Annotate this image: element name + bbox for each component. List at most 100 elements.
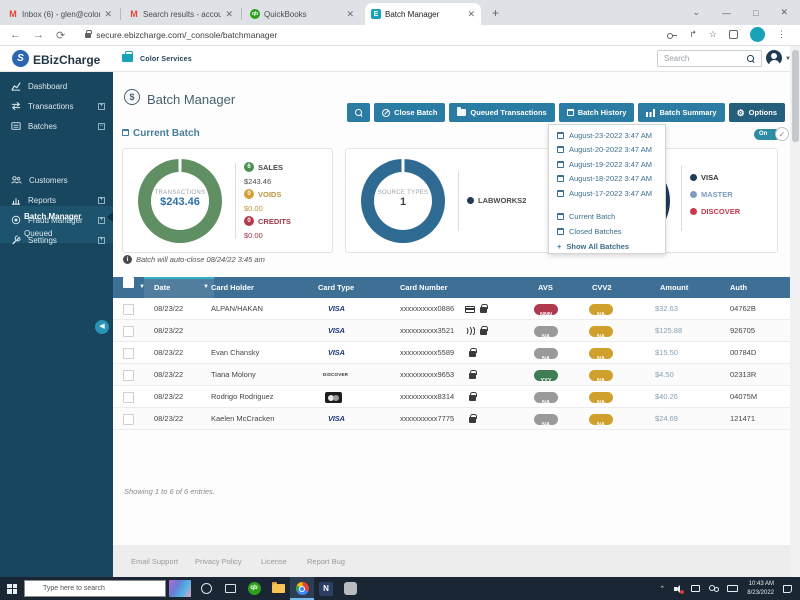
hidden-icons-chevron[interactable]: ⌃ — [659, 585, 665, 593]
sidebar-item-reports[interactable]: Reports + — [0, 190, 113, 210]
tab-close-icon[interactable]: ✕ — [346, 9, 354, 20]
expand-icon[interactable]: + — [98, 103, 105, 110]
tab-close-icon[interactable]: ✕ — [225, 9, 233, 20]
maximize-button[interactable]: □ — [753, 8, 758, 18]
column-cvv2[interactable]: CVV2 — [592, 277, 612, 298]
people-icon[interactable] — [709, 585, 718, 592]
menu-item-batch-date[interactable]: August-20-2022 3:47 AM — [549, 143, 667, 157]
menu-item-show-all-batches[interactable]: +Show All Batches — [549, 239, 667, 253]
row-checkbox[interactable] — [123, 326, 134, 337]
column-card-type[interactable]: Card Type — [318, 277, 354, 298]
browser-menu-icon[interactable]: ⋮ — [777, 29, 786, 40]
table-row[interactable]: 08/23/22 Kaelen McCracken VISA xxxxxxxxx… — [113, 408, 790, 430]
expand-icon[interactable]: + — [98, 197, 105, 204]
column-amount[interactable]: Amount — [660, 277, 688, 298]
page-scrollbar[interactable] — [790, 46, 800, 577]
toggle-knob[interactable]: ✓ — [775, 127, 789, 141]
table-row[interactable]: 08/23/22 Evan Chansky VISA xxxxxxxxxx558… — [113, 342, 790, 364]
batch-history-button[interactable]: Batch History — [559, 103, 635, 122]
email-support-link[interactable]: Email Support — [131, 557, 178, 566]
quickbooks-taskbar-button[interactable]: qb — [242, 577, 266, 600]
menu-item-batch-date[interactable]: August-17-2022 3:47 AM — [549, 186, 667, 200]
network-icon[interactable] — [691, 585, 700, 592]
menu-item-batch-date[interactable]: August-18-2022 3:47 AM — [549, 172, 667, 186]
tab-close-icon[interactable]: ✕ — [467, 9, 475, 20]
bookmark-star-icon[interactable]: ☆ — [709, 29, 717, 40]
browser-tab-batch-manager[interactable]: E Batch Manager ✕ — [365, 3, 481, 25]
batch-summary-button[interactable]: Batch Summary — [638, 103, 724, 122]
options-button[interactable]: ⚙Options — [729, 103, 785, 122]
search-highlight-thumbnail[interactable] — [166, 577, 194, 600]
menu-item-closed-batches[interactable]: Closed Batches — [549, 224, 667, 238]
browser-tab-inbox[interactable]: M Inbox (6) - glen@colorservices.c ✕ — [2, 3, 118, 25]
table-row[interactable]: 08/23/22 VISA xxxxxxxxxx3521 NA NA $125.… — [113, 320, 790, 342]
menu-item-batch-date[interactable]: August-19-2022 3:47 AM — [549, 157, 667, 171]
privacy-policy-link[interactable]: Privacy Policy — [195, 557, 242, 566]
row-checkbox[interactable] — [123, 370, 134, 381]
menu-item-batch-date[interactable]: August-23-2022 3:47 AM — [549, 128, 667, 142]
sidebar-item-customers[interactable]: Customers — [0, 170, 113, 190]
menu-item-current-batch[interactable]: Current Batch — [549, 209, 667, 223]
tab-search-icon[interactable]: ⌄ — [692, 7, 700, 18]
row-checkbox[interactable] — [123, 392, 134, 403]
back-icon[interactable]: ← — [10, 29, 21, 42]
refresh-icon[interactable]: ⟳ — [56, 29, 65, 42]
row-checkbox[interactable] — [123, 348, 134, 359]
search-icon[interactable] — [747, 55, 754, 62]
new-tab-button[interactable]: + — [492, 6, 499, 20]
table-row[interactable]: 08/23/22 ALPAN/HAKAN VISA xxxxxxxxxx0886… — [113, 298, 790, 320]
password-key-icon[interactable] — [667, 33, 677, 37]
column-date[interactable]: Date — [154, 277, 170, 298]
column-auth[interactable]: Auth — [730, 277, 747, 298]
sidebar-item-batches[interactable]: Batches − — [0, 116, 113, 136]
expand-icon[interactable]: + — [98, 237, 105, 244]
browser-profile-avatar[interactable] — [750, 27, 765, 42]
collapse-icon[interactable]: − — [98, 123, 105, 130]
forward-icon[interactable]: → — [33, 29, 44, 42]
select-all-checkbox[interactable] — [123, 277, 134, 288]
tab-close-icon[interactable]: ✕ — [104, 9, 112, 20]
reading-list-icon[interactable] — [729, 30, 738, 39]
notes-app-button[interactable]: N — [314, 577, 338, 600]
report-bug-link[interactable]: Report Bug — [307, 557, 345, 566]
cortana-button[interactable] — [194, 577, 218, 600]
license-link[interactable]: License — [261, 557, 287, 566]
sidebar-collapse-button[interactable]: ◀ — [95, 320, 109, 334]
column-card-holder[interactable]: Card Holder — [211, 277, 254, 298]
start-button[interactable] — [0, 577, 24, 600]
sidebar-item-settings[interactable]: Settings + — [0, 230, 113, 250]
speaker-muted-icon[interactable] — [674, 585, 682, 593]
queued-transactions-button[interactable]: Queued Transactions — [449, 103, 554, 122]
chevron-down-icon[interactable]: ▼ — [139, 277, 145, 298]
sidebar-item-fraud-manager[interactable]: Fraud Manager + — [0, 210, 113, 230]
taskbar-clock[interactable]: 10:43 AM 8/23/2022 — [747, 580, 774, 597]
touch-keyboard-icon[interactable] — [727, 585, 738, 592]
address-bar[interactable]: secure.ebizcharge.com/_console/batchmana… — [77, 28, 547, 43]
row-checkbox[interactable] — [123, 304, 134, 315]
column-avs[interactable]: AVS — [538, 277, 553, 298]
close-batch-button[interactable]: Close Batch — [374, 103, 445, 122]
calendar-icon — [557, 228, 564, 235]
table-row[interactable]: 08/23/22 Tiana Molony DISCOVER xxxxxxxxx… — [113, 364, 790, 386]
chrome-taskbar-button[interactable] — [290, 577, 314, 600]
table-row[interactable]: 08/23/22 Rodrigo Rodriguez xxxxxxxxxx831… — [113, 386, 790, 408]
task-view-button[interactable] — [218, 577, 242, 600]
user-avatar[interactable] — [766, 50, 782, 66]
minimize-button[interactable]: — — [722, 8, 731, 18]
expand-icon[interactable]: + — [98, 217, 105, 224]
close-button[interactable]: ✕ — [780, 7, 788, 18]
file-explorer-button[interactable] — [266, 577, 290, 600]
browser-tab-search-results[interactable]: M Search results - accounting@colo ✕ — [123, 3, 239, 25]
taskbar-search-input[interactable] — [24, 580, 166, 597]
scrollbar-thumb[interactable] — [792, 50, 799, 142]
table-search-button[interactable] — [347, 103, 370, 122]
column-card-number[interactable]: Card Number — [400, 277, 448, 298]
pinned-app-button[interactable] — [338, 577, 362, 600]
sidebar-item-dashboard[interactable]: Dashboard — [0, 76, 113, 96]
browser-tab-quickbooks[interactable]: qb QuickBooks ✕ — [244, 3, 360, 25]
notification-center-icon[interactable] — [783, 585, 792, 593]
row-checkbox[interactable] — [123, 414, 134, 425]
sidebar-item-transactions[interactable]: Transactions + — [0, 96, 113, 116]
sort-caret-icon[interactable]: ▼ — [203, 277, 209, 298]
share-icon[interactable]: ↱ — [689, 29, 697, 40]
